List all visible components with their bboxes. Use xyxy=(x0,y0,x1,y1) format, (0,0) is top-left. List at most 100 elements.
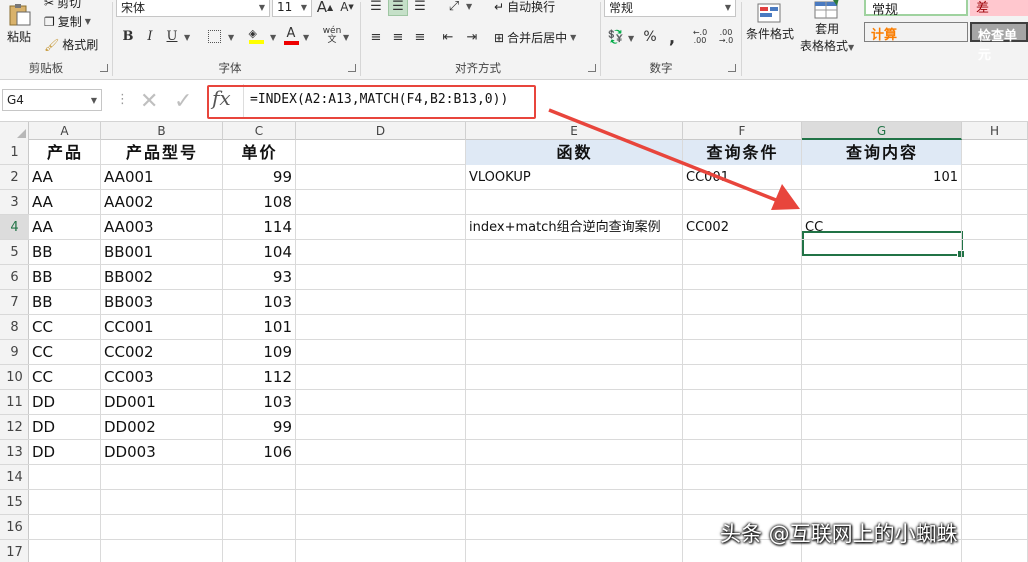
table-cell[interactable]: BB xyxy=(29,265,101,290)
table-cell[interactable]: CC xyxy=(29,315,101,340)
chevron-down-icon[interactable]: ▼ xyxy=(184,33,190,42)
table-cell[interactable]: AA xyxy=(29,165,101,190)
align-center-button[interactable]: ≡ xyxy=(388,27,408,47)
table-cell[interactable]: AA001 xyxy=(101,165,223,190)
chevron-down-icon[interactable]: ▼ xyxy=(343,33,349,42)
increase-decimal-button[interactable]: ←.0 .00 xyxy=(688,27,712,47)
align-bottom-button[interactable]: ☰ xyxy=(410,0,430,16)
table-cell[interactable]: CC002 xyxy=(683,215,802,240)
row-header-15[interactable]: 15 xyxy=(0,490,29,515)
decrease-decimal-button[interactable]: .00 →.0 xyxy=(714,27,738,47)
table-header-cell[interactable]: 查询条件 xyxy=(683,140,802,165)
accounting-format-button[interactable]: 💱 xyxy=(606,27,626,47)
table-cell[interactable]: CC xyxy=(29,340,101,365)
row-header-1[interactable]: 1 xyxy=(0,140,29,165)
row-header-9[interactable]: 9 xyxy=(0,340,29,365)
table-cell[interactable]: 114 xyxy=(223,215,296,240)
name-box[interactable]: G4 ▼ xyxy=(2,89,102,111)
row-header-14[interactable]: 14 xyxy=(0,465,29,490)
table-cell[interactable]: DD001 xyxy=(101,390,223,415)
style-normal[interactable]: 常规 xyxy=(864,0,968,18)
table-header-cell[interactable]: 产品型号 xyxy=(101,140,223,165)
style-check-cell[interactable]: 检查单元 xyxy=(970,22,1028,63)
table-cell[interactable]: BB002 xyxy=(101,265,223,290)
table-cell[interactable]: VLOOKUP xyxy=(466,165,683,190)
table-cell[interactable]: BB xyxy=(29,290,101,315)
font-launcher-icon[interactable] xyxy=(348,64,356,72)
table-cell[interactable]: 108 xyxy=(223,190,296,215)
shrink-font-button[interactable]: A ▼ xyxy=(337,0,357,17)
column-header-d[interactable]: D xyxy=(296,122,466,140)
table-cell[interactable]: CC002 xyxy=(101,340,223,365)
table-cell[interactable]: DD xyxy=(29,390,101,415)
table-cell[interactable]: 101 xyxy=(802,165,962,190)
table-cell[interactable]: BB001 xyxy=(101,240,223,265)
row-header-11[interactable]: 11 xyxy=(0,390,29,415)
underline-button[interactable]: U xyxy=(162,26,182,46)
phonetic-button[interactable]: wén 文 xyxy=(322,26,342,46)
table-cell[interactable]: DD002 xyxy=(101,415,223,440)
wrap-text-button[interactable]: ↵ 自动换行 xyxy=(494,0,555,15)
format-as-table-button[interactable]: 套用 表格格式▼ xyxy=(800,0,854,54)
align-middle-button[interactable]: ☰ xyxy=(388,0,408,16)
table-cell[interactable]: CC001 xyxy=(683,165,802,190)
row-header-16[interactable]: 16 xyxy=(0,515,29,540)
table-cell[interactable]: 109 xyxy=(223,340,296,365)
orientation-button[interactable]: ⤢ xyxy=(444,0,464,16)
chevron-down-icon[interactable]: ▼ xyxy=(228,33,234,42)
comma-button[interactable]: , xyxy=(662,27,682,47)
row-header-8[interactable]: 8 xyxy=(0,315,29,340)
style-bad[interactable]: 差 xyxy=(970,0,1028,16)
table-cell[interactable]: AA xyxy=(29,190,101,215)
grow-font-button[interactable]: A ▲ xyxy=(315,0,335,17)
column-header-e[interactable]: E xyxy=(466,122,683,140)
table-cell[interactable]: 99 xyxy=(223,415,296,440)
align-left-button[interactable]: ≡ xyxy=(366,27,386,47)
italic-button[interactable]: I xyxy=(140,26,160,46)
table-cell[interactable]: 106 xyxy=(223,440,296,465)
table-cell[interactable]: 103 xyxy=(223,390,296,415)
conditional-formatting-button[interactable]: 条件格式 xyxy=(746,2,794,42)
table-cell[interactable]: DD xyxy=(29,440,101,465)
table-header-cell[interactable]: 函数 xyxy=(466,140,683,165)
column-header-g[interactable]: G xyxy=(802,122,962,140)
row-header-5[interactable]: 5 xyxy=(0,240,29,265)
table-cell[interactable]: BB003 xyxy=(101,290,223,315)
paste-button[interactable]: 粘贴 xyxy=(6,4,32,45)
select-all-button[interactable] xyxy=(0,122,29,140)
column-header-b[interactable]: B xyxy=(101,122,223,140)
table-cell[interactable]: CC xyxy=(29,365,101,390)
table-header-cell[interactable]: 查询内容 xyxy=(802,140,962,165)
row-header-10[interactable]: 10 xyxy=(0,365,29,390)
align-top-button[interactable]: ☰ xyxy=(366,0,386,16)
table-cell[interactable]: 104 xyxy=(223,240,296,265)
increase-indent-button[interactable]: ⇥ xyxy=(462,27,482,47)
row-header-4[interactable]: 4 xyxy=(0,215,29,240)
font-size-combo[interactable]: 11 ▼ xyxy=(272,0,312,17)
table-cell[interactable]: AA xyxy=(29,215,101,240)
column-header-c[interactable]: C xyxy=(223,122,296,140)
cancel-icon[interactable]: ✕ xyxy=(140,89,158,114)
borders-button[interactable] xyxy=(204,26,224,46)
font-name-combo[interactable]: 宋体 ▼ xyxy=(116,0,270,17)
table-cell[interactable]: CC001 xyxy=(101,315,223,340)
style-calculation[interactable]: 计算 xyxy=(864,22,968,43)
column-header-h[interactable]: H xyxy=(962,122,1028,140)
table-cell[interactable]: DD xyxy=(29,415,101,440)
enter-icon[interactable]: ✓ xyxy=(174,89,192,114)
row-header-17[interactable]: 17 xyxy=(0,540,29,562)
percent-button[interactable]: % xyxy=(640,27,660,47)
table-cell[interactable]: AA002 xyxy=(101,190,223,215)
row-header-12[interactable]: 12 xyxy=(0,415,29,440)
table-header-cell[interactable]: 单价 xyxy=(223,140,296,165)
column-header-f[interactable]: F xyxy=(683,122,802,140)
decrease-indent-button[interactable]: ⇤ xyxy=(438,27,458,47)
cut-button[interactable]: ✂ 剪切 xyxy=(44,0,81,11)
table-cell[interactable]: index+match组合逆向查询案例 xyxy=(466,215,683,240)
font-color-button[interactable]: A xyxy=(281,26,301,46)
row-header-7[interactable]: 7 xyxy=(0,290,29,315)
table-cell[interactable]: 93 xyxy=(223,265,296,290)
bold-button[interactable]: B xyxy=(118,26,138,46)
row-header-13[interactable]: 13 xyxy=(0,440,29,465)
number-launcher-icon[interactable] xyxy=(728,64,736,72)
